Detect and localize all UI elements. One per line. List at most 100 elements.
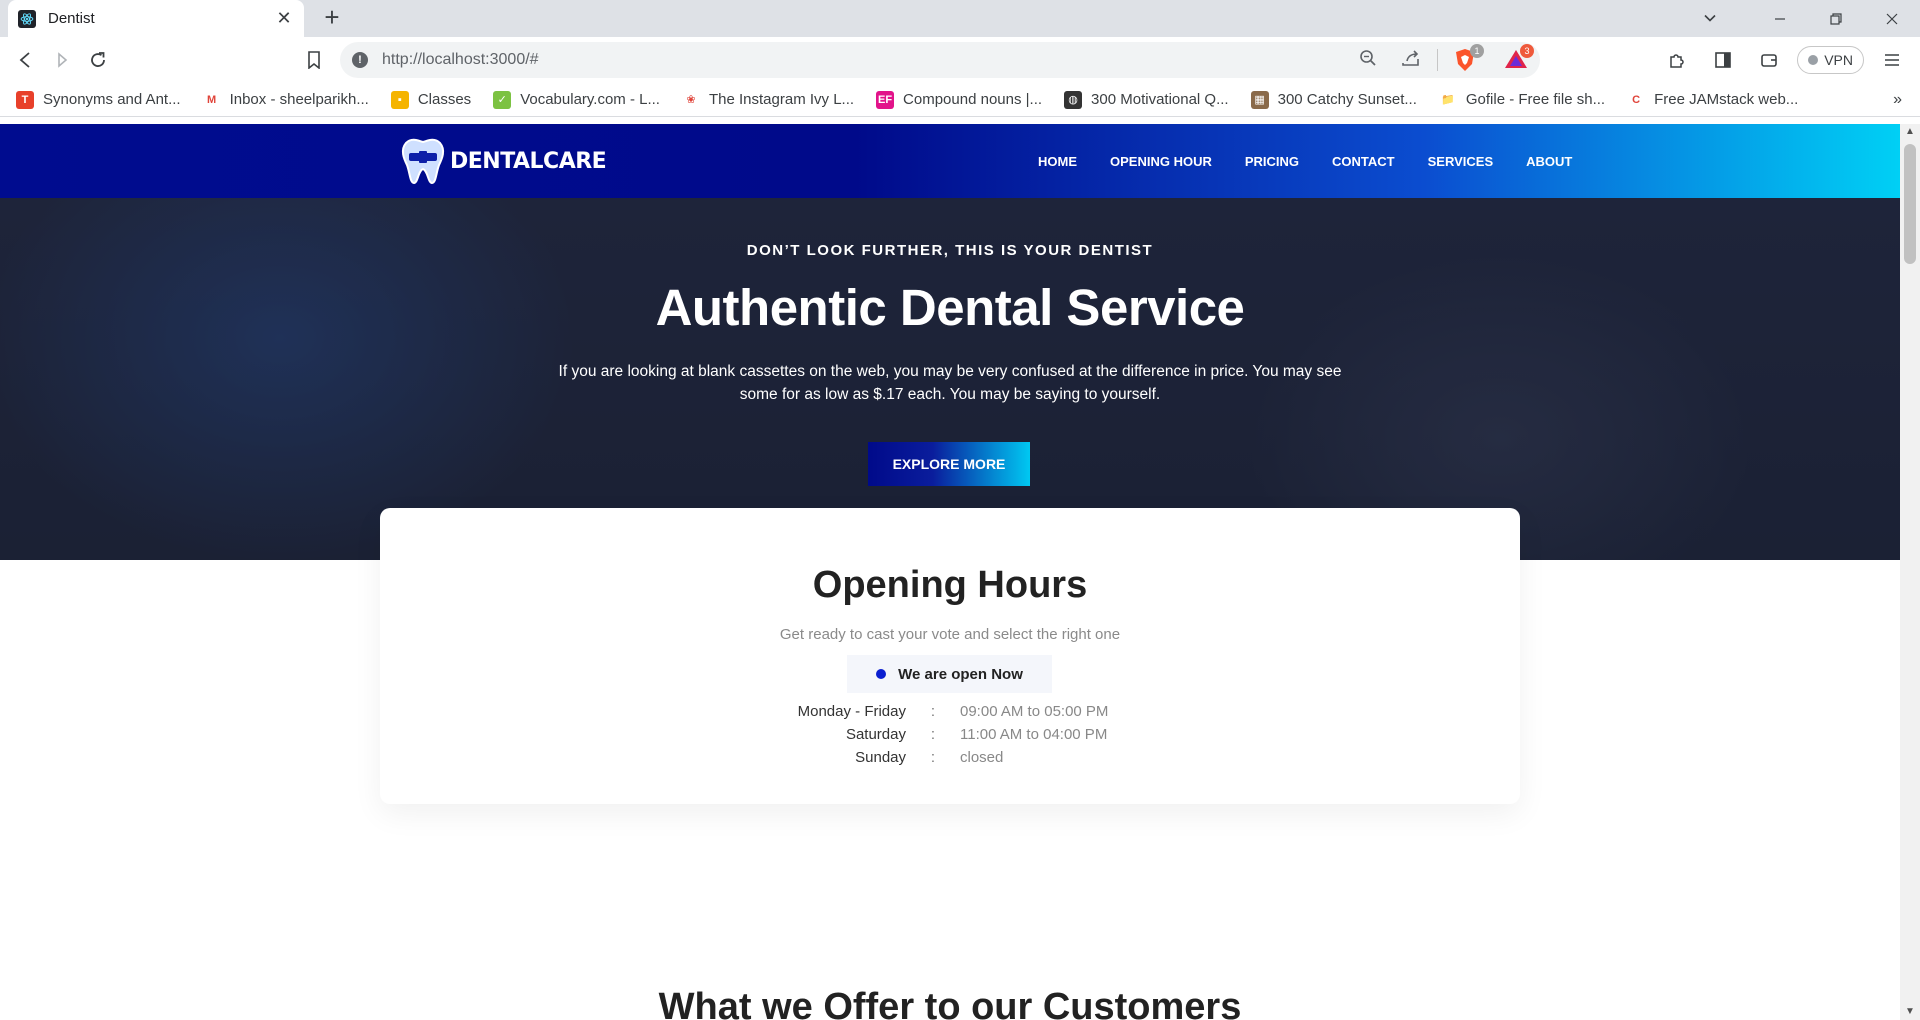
menu-icon[interactable] bbox=[1874, 42, 1910, 78]
scrollbar-thumb[interactable] bbox=[1904, 144, 1916, 264]
tab-dentist[interactable]: Dentist ✕ bbox=[8, 0, 304, 37]
close-window-icon[interactable] bbox=[1864, 0, 1920, 37]
brave-shields-icon[interactable]: 1 bbox=[1454, 44, 1484, 72]
tab-strip: Dentist ✕ + bbox=[0, 0, 1920, 37]
scroll-down-icon[interactable]: ▼ bbox=[1900, 1004, 1920, 1020]
globe-icon: ◍ bbox=[1064, 90, 1083, 109]
hours-row: Monday - Friday : 09:00 AM to 05:00 PM bbox=[380, 703, 1520, 726]
gofile-icon: 📁 bbox=[1438, 90, 1457, 109]
jamstack-icon: C bbox=[1627, 90, 1646, 109]
opening-hours-title: Opening Hours bbox=[812, 564, 1088, 606]
bookmark-item[interactable]: C Free JAMstack web... bbox=[1627, 90, 1799, 109]
restore-icon[interactable] bbox=[1808, 0, 1864, 37]
ivy-icon: ❀ bbox=[681, 90, 700, 109]
bookmark-label: Inbox - sheelparikh... bbox=[229, 91, 369, 108]
brave-rewards-icon[interactable]: 3 bbox=[1504, 44, 1534, 72]
hours-time: closed bbox=[960, 749, 1004, 766]
bookmark-item[interactable]: 📁 Gofile - Free file sh... bbox=[1438, 90, 1606, 109]
site-logo[interactable]: DENTALCARE bbox=[400, 137, 607, 185]
bookmark-item[interactable]: ▪ Classes bbox=[390, 90, 472, 109]
main-nav: HOME OPENING HOUR PRICING CONTACT SERVIC… bbox=[1038, 124, 1572, 198]
opening-hours-subtitle: Get ready to cast your vote and select t… bbox=[779, 626, 1121, 643]
extensions-icon[interactable] bbox=[1659, 42, 1695, 78]
bookmark-label: The Instagram Ivy L... bbox=[708, 91, 855, 108]
bookmark-item[interactable]: EF Compound nouns |... bbox=[876, 90, 1043, 109]
nav-opening-hour[interactable]: OPENING HOUR bbox=[1110, 154, 1212, 169]
rewards-badge: 3 bbox=[1520, 44, 1534, 58]
explore-more-button[interactable]: EXPLORE MORE bbox=[868, 442, 1030, 486]
open-status-dot-icon bbox=[876, 669, 887, 679]
hours-row: Sunday : closed bbox=[380, 749, 1520, 772]
thesaurus-icon: T bbox=[16, 90, 34, 109]
page-scrollbar[interactable]: ▲ ▼ bbox=[1900, 124, 1920, 1020]
hero-section: DON’T LOOK FURTHER, THIS IS YOUR DENTIST… bbox=[0, 198, 1900, 560]
hours-time: 09:00 AM to 05:00 PM bbox=[960, 703, 1109, 720]
hours-separator: : bbox=[930, 749, 936, 766]
photo-icon: ▦ bbox=[1250, 90, 1269, 109]
vocabulary-icon: ✓ bbox=[493, 90, 512, 109]
ef-icon: EF bbox=[876, 90, 895, 109]
open-status-badge: We are open Now bbox=[847, 655, 1052, 693]
vpn-button[interactable]: VPN bbox=[1797, 46, 1864, 74]
nav-contact[interactable]: CONTACT bbox=[1332, 154, 1395, 169]
hours-day: Saturday bbox=[845, 726, 906, 743]
bookmarks-overflow-icon[interactable]: » bbox=[1893, 91, 1902, 109]
bookmark-label: Synonyms and Ant... bbox=[43, 91, 181, 108]
opening-hours-card: Opening Hours Get ready to cast your vot… bbox=[380, 508, 1520, 804]
nav-about[interactable]: ABOUT bbox=[1526, 154, 1572, 169]
bookmark-item[interactable]: M Inbox - sheelparikh... bbox=[202, 90, 369, 109]
forward-icon[interactable] bbox=[44, 42, 80, 78]
bookmark-label: Free JAMstack web... bbox=[1654, 91, 1799, 108]
vpn-label: VPN bbox=[1824, 52, 1853, 68]
bookmark-label: Gofile - Free file sh... bbox=[1465, 91, 1606, 108]
address-bar[interactable]: ! http://localhost:3000/# 1 3 bbox=[340, 42, 1540, 78]
nav-pricing[interactable]: PRICING bbox=[1245, 154, 1299, 169]
bookmark-label: Vocabulary.com - L... bbox=[520, 91, 660, 108]
close-tab-icon[interactable]: ✕ bbox=[274, 8, 294, 29]
bookmarks-bar: T Synonyms and Ant... M Inbox - sheelparikh… bbox=[0, 83, 1920, 117]
open-status-text: We are open Now bbox=[898, 665, 1023, 683]
hours-day: Monday - Friday bbox=[797, 703, 906, 720]
reload-icon[interactable] bbox=[80, 42, 116, 78]
page-viewport: DENTALCARE HOME OPENING HOUR PRICING CON… bbox=[0, 124, 1900, 1020]
bookmark-label: 300 Catchy Sunset... bbox=[1277, 91, 1417, 108]
site-info-icon[interactable]: ! bbox=[352, 52, 368, 68]
hours-table: Monday - Friday : 09:00 AM to 05:00 PM S… bbox=[380, 703, 1520, 772]
share-icon[interactable] bbox=[1401, 49, 1421, 72]
wallet-icon[interactable] bbox=[1751, 42, 1787, 78]
hero-lead: If you are looking at blank cassettes on… bbox=[558, 363, 1342, 403]
vpn-status-icon bbox=[1808, 55, 1819, 65]
offer-section-title: What we Offer to our Customers bbox=[658, 986, 1242, 1020]
tooth-logo-icon bbox=[401, 138, 445, 185]
sidebar-icon[interactable] bbox=[1705, 42, 1741, 78]
tab-title: Dentist bbox=[48, 10, 95, 27]
hero-kicker: DON’T LOOK FURTHER, THIS IS YOUR DENTIST bbox=[746, 242, 1154, 259]
hours-separator: : bbox=[930, 726, 936, 743]
bookmark-item[interactable]: ❀ The Instagram Ivy L... bbox=[681, 90, 855, 109]
scroll-up-icon[interactable]: ▲ bbox=[1900, 124, 1920, 140]
hours-row: Saturday : 11:00 AM to 04:00 PM bbox=[380, 726, 1520, 749]
bookmark-item[interactable]: ◍ 300 Motivational Q... bbox=[1064, 90, 1229, 109]
logo-text: DENTALCARE bbox=[450, 148, 607, 174]
nav-home[interactable]: HOME bbox=[1038, 154, 1077, 169]
url-text[interactable]: http://localhost:3000/# bbox=[382, 51, 1359, 69]
react-icon bbox=[18, 9, 36, 28]
minimize-icon[interactable] bbox=[1752, 0, 1808, 37]
bookmark-item[interactable]: ▦ 300 Catchy Sunset... bbox=[1250, 90, 1417, 109]
nav-services[interactable]: SERVICES bbox=[1428, 154, 1494, 169]
bookmark-item[interactable]: T Synonyms and Ant... bbox=[16, 90, 181, 109]
site-header: DENTALCARE HOME OPENING HOUR PRICING CON… bbox=[0, 124, 1900, 198]
bookmark-icon[interactable] bbox=[296, 42, 332, 78]
gmail-icon: M bbox=[202, 90, 221, 109]
bookmark-label: Compound nouns |... bbox=[903, 91, 1043, 108]
bookmark-label: Classes bbox=[417, 91, 472, 108]
back-icon[interactable] bbox=[8, 42, 44, 78]
tab-search-chevron-icon[interactable] bbox=[1696, 4, 1724, 32]
hero-headline: Authentic Dental Service bbox=[655, 279, 1245, 336]
new-tab-icon[interactable]: + bbox=[318, 4, 346, 32]
shield-badge: 1 bbox=[1470, 44, 1484, 58]
hours-day: Sunday bbox=[855, 749, 906, 766]
classroom-icon: ▪ bbox=[390, 90, 409, 109]
bookmark-item[interactable]: ✓ Vocabulary.com - L... bbox=[493, 90, 660, 109]
zoom-icon[interactable] bbox=[1359, 49, 1377, 72]
